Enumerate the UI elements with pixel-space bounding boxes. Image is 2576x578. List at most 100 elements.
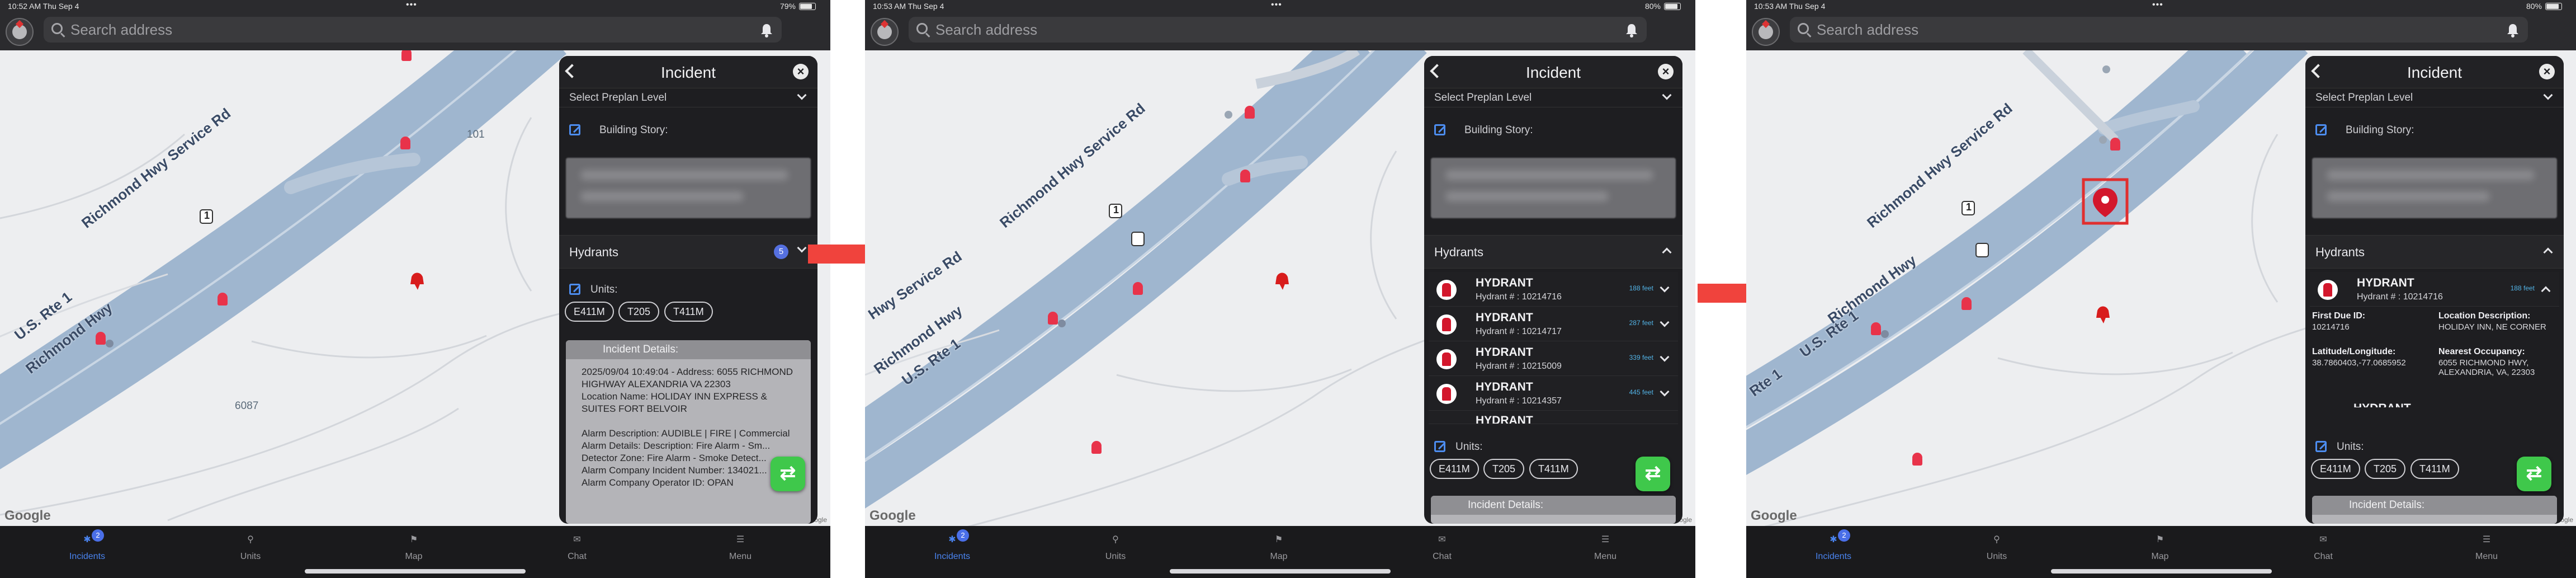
chevron-down-icon — [1660, 352, 1670, 362]
units-icon: ⚲ — [1112, 535, 1119, 544]
edit-icon[interactable] — [2315, 441, 2327, 452]
preplan-select[interactable]: Select Preplan Level — [559, 88, 817, 107]
unit-chip[interactable]: T205 — [2365, 459, 2406, 479]
tab-menu[interactable]: ☰ Menu — [2447, 534, 2526, 562]
incidents-badge: 2 — [1838, 529, 1850, 542]
hydrant-name: HYDRANT — [1476, 346, 1533, 359]
status-right: 80% — [1645, 2, 1681, 11]
preplan-select[interactable]: Select Preplan Level — [1424, 88, 1682, 107]
route-shield: 1 — [1113, 204, 1119, 215]
swap-button[interactable] — [771, 457, 805, 491]
tab-map[interactable]: ⚑ Map — [375, 534, 453, 562]
tab-label: Map — [1270, 552, 1288, 561]
hydrants-count-badge: 5 — [774, 245, 788, 259]
unit-chip[interactable]: E411M — [2311, 459, 2360, 479]
google-logo: Google — [869, 508, 916, 523]
tab-chat[interactable]: ✉ Chat — [538, 534, 616, 562]
swap-button[interactable] — [1636, 457, 1670, 491]
preplan-label: Select Preplan Level — [569, 92, 667, 104]
hydrant-name: HYDRANT — [1476, 380, 1533, 393]
unit-chip[interactable]: T411M — [2410, 459, 2459, 479]
search-bar[interactable] — [44, 17, 782, 43]
search-input[interactable] — [70, 17, 764, 43]
bell-icon[interactable] — [1624, 23, 1639, 37]
search-icon — [51, 23, 63, 34]
tab-incidents[interactable]: ✱ 2 Incidents — [913, 529, 991, 562]
building-story-redacted — [566, 158, 811, 218]
chevron-up-icon — [1662, 247, 1672, 257]
hydrant-icon — [2318, 280, 2338, 300]
search-icon — [1798, 23, 1809, 34]
map-icon: ⚑ — [409, 535, 418, 544]
hydrants-header[interactable]: Hydrants — [1424, 235, 1682, 269]
preplan-label: Select Preplan Level — [1434, 92, 1532, 104]
unit-chip[interactable]: E411M — [565, 302, 614, 322]
chat-icon: ✉ — [2319, 535, 2327, 544]
hydrant-number: Hydrant # : 10214357 — [1476, 396, 1562, 406]
chevron-down-icon — [1662, 90, 1672, 100]
close-icon[interactable]: × — [793, 64, 809, 79]
tab-map[interactable]: ⚑ Map — [2121, 534, 2199, 562]
multitask-dots[interactable]: ••• — [406, 0, 417, 10]
search-bar[interactable] — [909, 17, 1647, 43]
tab-bar: ✱ 2 Incidents ⚲ Units ⚑ Map ✉ Chat ☰ Menu — [865, 526, 1695, 578]
tab-units[interactable]: ⚲ Units — [1076, 534, 1155, 562]
nearest-occupancy-value: 6055 RICHMOND HWY, ALEXANDRIA, VA, 22303 — [2438, 358, 2535, 377]
hydrant-name: HYDRANT — [1476, 311, 1533, 324]
incidents-badge: 2 — [957, 529, 969, 542]
hydrant-list-item[interactable]: HYDRANT Hydrant # : 10214357 445 feet — [1429, 376, 1678, 411]
bell-icon[interactable] — [2506, 23, 2520, 37]
tab-chat[interactable]: ✉ Chat — [1403, 534, 1481, 562]
tab-incidents[interactable]: ✱ 2 Incidents — [1794, 529, 1873, 562]
chevron-down-icon — [1660, 317, 1670, 327]
edit-icon[interactable] — [2315, 124, 2327, 135]
bell-icon[interactable] — [759, 23, 774, 37]
agency-logo — [1752, 18, 1780, 46]
hydrant-number: Hydrant # : 10214717 — [1476, 327, 1562, 336]
edit-icon[interactable] — [569, 124, 580, 135]
location-desc-label: Location Description: — [2438, 311, 2531, 321]
agency-logo — [871, 18, 899, 46]
chat-icon: ✉ — [573, 535, 581, 544]
screen-1: 10:52 AM Thu Sep 4 ••• 79% Search addres… — [0, 0, 830, 578]
unit-chip[interactable]: T411M — [1529, 459, 1578, 479]
tab-menu[interactable]: ☰ Menu — [701, 534, 779, 562]
swap-button[interactable] — [2517, 457, 2551, 491]
hydrant-list-item-partial[interactable]: HYDRANT — [1429, 411, 1678, 424]
search-input[interactable] — [1817, 17, 2510, 43]
unit-chip[interactable]: E411M — [1430, 459, 1479, 479]
unit-chip[interactable]: T411M — [664, 302, 713, 322]
tab-label: Map — [2151, 552, 2169, 561]
hydrant-list-item[interactable]: HYDRANT Hydrant # : 10214717 287 feet — [1429, 307, 1678, 341]
tab-units[interactable]: ⚲ Units — [1958, 534, 2036, 562]
close-icon[interactable]: × — [2539, 64, 2555, 79]
building-story-label: Building Story: — [599, 124, 668, 136]
tab-units[interactable]: ⚲ Units — [211, 534, 290, 562]
multitask-dots[interactable]: ••• — [1271, 0, 1282, 10]
units-label: Units: — [2337, 441, 2364, 453]
menu-icon: ☰ — [736, 535, 745, 544]
edit-icon[interactable] — [1434, 124, 1445, 135]
hydrants-header[interactable]: Hydrants 5 — [559, 235, 817, 269]
close-icon[interactable]: × — [1658, 64, 1674, 79]
multitask-dots[interactable]: ••• — [2152, 0, 2163, 10]
tab-chat[interactable]: ✉ Chat — [2284, 534, 2362, 562]
search-bar[interactable] — [1790, 17, 2528, 43]
tab-menu[interactable]: ☰ Menu — [1566, 534, 1644, 562]
search-input[interactable] — [935, 17, 1629, 43]
tab-map[interactable]: ⚑ Map — [1240, 534, 1318, 562]
edit-icon[interactable] — [1434, 441, 1445, 452]
unit-chip[interactable]: T205 — [618, 302, 660, 322]
hydrant-list-item[interactable]: HYDRANT Hydrant # : 10215009 339 feet — [1429, 341, 1678, 376]
preplan-select[interactable]: Select Preplan Level — [2305, 88, 2564, 107]
tab-incidents[interactable]: ✱ 2 Incidents — [48, 529, 126, 562]
status-bar: 10:52 AM Thu Sep 4 ••• 79% — [0, 0, 830, 12]
building-story-redacted — [1431, 158, 1676, 218]
hydrant-expanded-item[interactable]: HYDRANT Hydrant # : 10214716 188 feet — [2310, 272, 2559, 307]
hydrants-header[interactable]: Hydrants — [2305, 235, 2564, 269]
top-bar — [0, 12, 830, 50]
edit-icon[interactable] — [569, 284, 580, 295]
unit-chip[interactable]: T205 — [1483, 459, 1525, 479]
hydrant-list-item[interactable]: HYDRANT Hydrant # : 10214716 188 feet — [1429, 272, 1678, 307]
incident-details-title: Incident Details: — [2312, 496, 2557, 515]
